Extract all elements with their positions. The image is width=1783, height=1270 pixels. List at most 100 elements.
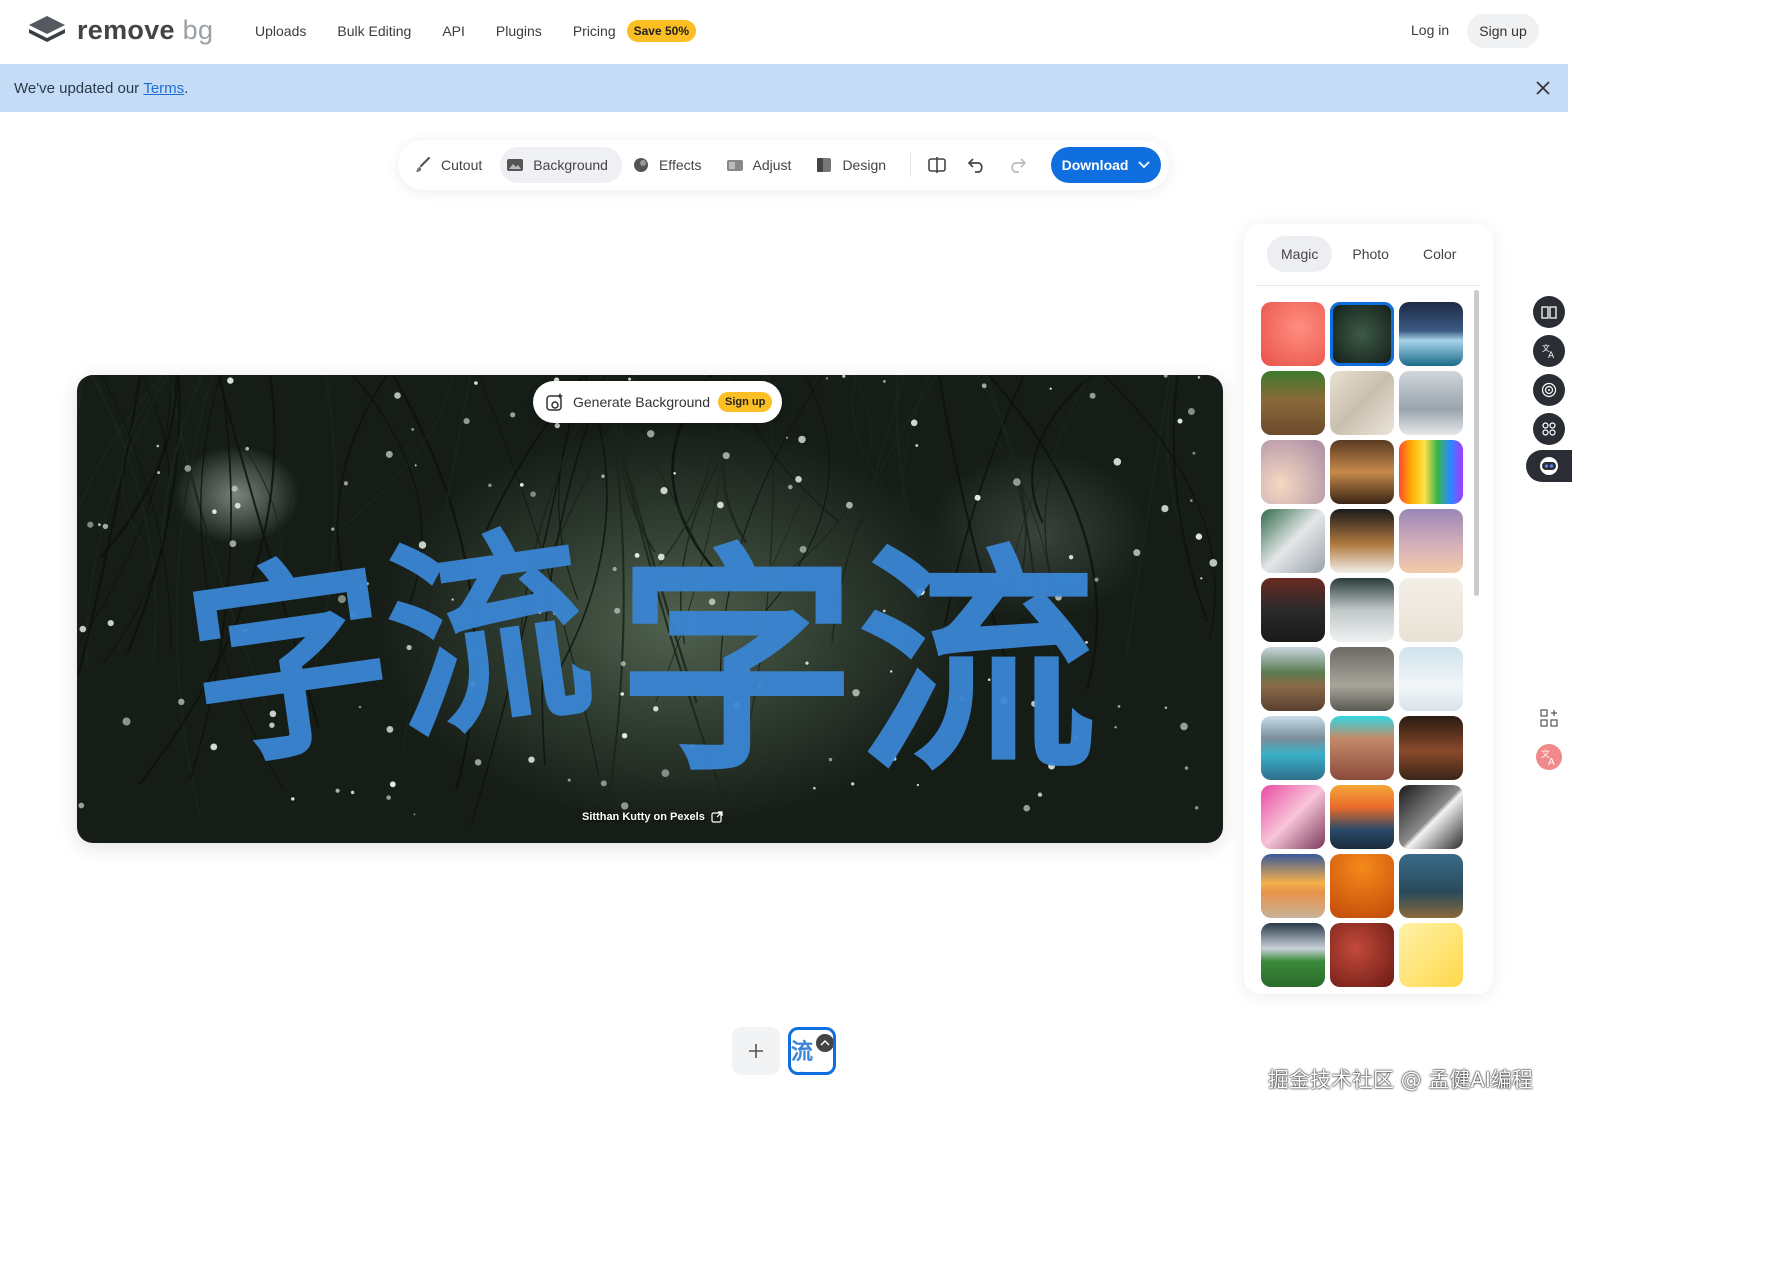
nav-pricing[interactable]: Pricing <box>573 23 616 39</box>
nav-uploads[interactable]: Uploads <box>255 23 306 39</box>
tab-color[interactable]: Color <box>1409 236 1470 272</box>
background-grid <box>1261 302 1463 987</box>
side-apps-button[interactable] <box>1533 413 1565 445</box>
background-thumbnail-coffee-croissant[interactable] <box>1330 440 1394 504</box>
panel-scrollbar[interactable] <box>1474 290 1479 596</box>
background-thumbnail-orange-gradient[interactable] <box>1330 854 1394 918</box>
translate-float-icon[interactable]: 文A <box>1536 744 1562 770</box>
login-link[interactable]: Log in <box>1411 22 1449 38</box>
editor-toolbar: Cutout Background Effects Adjust Design … <box>398 140 1169 190</box>
side-book-button[interactable] <box>1533 296 1565 328</box>
top-nav: remove bg Uploads Bulk Editing API Plugi… <box>0 0 1568 63</box>
background-thumbnail-yellow-gradient[interactable] <box>1399 923 1463 987</box>
add-image-button[interactable] <box>732 1027 780 1075</box>
tool-cutout[interactable]: Cutout <box>408 147 496 183</box>
svg-text:A: A <box>1548 351 1555 359</box>
current-image-thumbnail[interactable]: 流字 <box>788 1027 836 1075</box>
background-thumbnail-modern-interior[interactable] <box>1399 371 1463 435</box>
adjust-icon <box>726 160 743 171</box>
tab-magic[interactable]: Magic <box>1267 236 1333 272</box>
background-thumbnail-wooden-pier[interactable] <box>1261 647 1325 711</box>
background-thumbnail-glass-on-marble[interactable] <box>1261 509 1325 573</box>
background-thumbnail-lavender-peach-gradient[interactable] <box>1261 440 1325 504</box>
panel-tabs: Magic Photo Color <box>1267 236 1470 272</box>
terms-banner: We've updated our Terms . <box>0 64 1568 112</box>
tool-design[interactable]: Design <box>809 147 900 183</box>
image-icon <box>507 159 524 171</box>
background-thumbnail-leather-shoes[interactable] <box>1330 509 1394 573</box>
nav-bulk-editing[interactable]: Bulk Editing <box>337 23 411 39</box>
download-label: Download <box>1061 157 1129 173</box>
background-thumbnail-plant-in-vase[interactable] <box>1399 578 1463 642</box>
redo-button[interactable] <box>997 147 1037 183</box>
generate-background-button[interactable]: Generate Background Sign up <box>533 381 783 423</box>
background-thumbnail-soccer-stadium[interactable] <box>1261 923 1325 987</box>
background-thumbnail-wooden-cabin[interactable] <box>1261 371 1325 435</box>
nav-links: Uploads Bulk Editing API Plugins Pricing… <box>255 20 696 42</box>
background-thumbnail-desert-dune[interactable] <box>1330 716 1394 780</box>
close-icon[interactable] <box>1534 79 1552 97</box>
chevron-down-icon <box>1138 161 1151 169</box>
image-canvas[interactable]: 字流 字流 Generate Background Sign up Sittha… <box>77 375 1223 843</box>
download-button[interactable]: Download <box>1051 147 1162 183</box>
compare-icon <box>928 157 946 173</box>
background-thumbnail-iceberg-sea[interactable] <box>1399 302 1463 366</box>
background-thumbnail-coral-gradient[interactable] <box>1261 302 1325 366</box>
tool-label: Background <box>533 157 608 173</box>
background-thumbnail-teal-workspace[interactable] <box>1399 854 1463 918</box>
background-thumbnail-beige-fabric[interactable] <box>1330 371 1394 435</box>
side-translate-button[interactable]: 文A <box>1533 335 1565 367</box>
background-panel: Magic Photo Color <box>1244 224 1493 994</box>
signup-badge[interactable]: Sign up <box>717 392 773 412</box>
compare-button[interactable] <box>917 147 957 183</box>
redo-icon <box>1011 158 1027 173</box>
tool-effects[interactable]: Effects <box>626 147 716 183</box>
tool-background[interactable]: Background <box>500 147 622 183</box>
background-thumbnail-pink-interior[interactable] <box>1261 785 1325 849</box>
side-assistant-button[interactable] <box>1526 450 1572 482</box>
nav-api[interactable]: API <box>442 23 465 39</box>
nav-plugins[interactable]: Plugins <box>496 23 542 39</box>
tab-photo[interactable]: Photo <box>1338 236 1403 272</box>
qr-add-icon[interactable] <box>1536 705 1562 731</box>
generate-label: Generate Background <box>573 394 710 410</box>
brush-icon <box>416 156 431 172</box>
tool-label: Effects <box>658 157 702 173</box>
overlay-text-left: 字流 <box>174 501 605 800</box>
tool-label: Cutout <box>441 157 483 173</box>
undo-icon <box>967 158 983 173</box>
background-thumbnail-mountain-lake[interactable] <box>1261 716 1325 780</box>
tool-label: Design <box>842 157 887 173</box>
chevron-up-icon[interactable] <box>816 1034 833 1052</box>
plus-icon <box>749 1044 763 1058</box>
banner-text: We've updated our <box>14 79 144 97</box>
background-thumbnail-rainbow-stripes[interactable] <box>1399 440 1463 504</box>
background-thumbnail-snowy-interior[interactable] <box>1399 647 1463 711</box>
magic-image-icon <box>546 393 563 411</box>
undo-button[interactable] <box>957 147 997 183</box>
logo-text: remove bg <box>77 14 214 45</box>
panel-divider <box>1256 285 1481 286</box>
background-thumbnail-kettlebells[interactable] <box>1261 578 1325 642</box>
terms-link[interactable]: Terms <box>143 80 184 97</box>
apps-icon <box>1542 422 1556 436</box>
background-thumbnail-purple-peach-sky[interactable] <box>1399 509 1463 573</box>
credit-text: Sitthan Kutty on Pexels <box>582 811 705 823</box>
signup-button[interactable]: Sign up <box>1467 14 1539 48</box>
background-thumbnail-rustic-table[interactable] <box>1399 716 1463 780</box>
photo-credit[interactable]: Sitthan Kutty on Pexels <box>582 811 723 823</box>
save-badge[interactable]: Save 50% <box>626 20 696 42</box>
book-icon <box>1541 306 1557 319</box>
background-thumbnail-ocean-sunset-rocks[interactable] <box>1330 785 1394 849</box>
background-thumbnail-train-station[interactable] <box>1399 785 1463 849</box>
background-thumbnail-white-corridor[interactable] <box>1330 578 1394 642</box>
logo[interactable]: remove bg <box>27 14 213 46</box>
side-signal-button[interactable] <box>1533 374 1565 406</box>
background-thumbnail-rain-droplets-pine[interactable] <box>1330 302 1394 366</box>
background-thumbnail-concrete-plant-room[interactable] <box>1330 647 1394 711</box>
tool-adjust[interactable]: Adjust <box>720 147 806 183</box>
tool-label: Adjust <box>752 157 792 173</box>
svg-text:A: A <box>1548 757 1555 766</box>
background-thumbnail-beach-sunset[interactable] <box>1261 854 1325 918</box>
background-thumbnail-red-texture[interactable] <box>1330 923 1394 987</box>
